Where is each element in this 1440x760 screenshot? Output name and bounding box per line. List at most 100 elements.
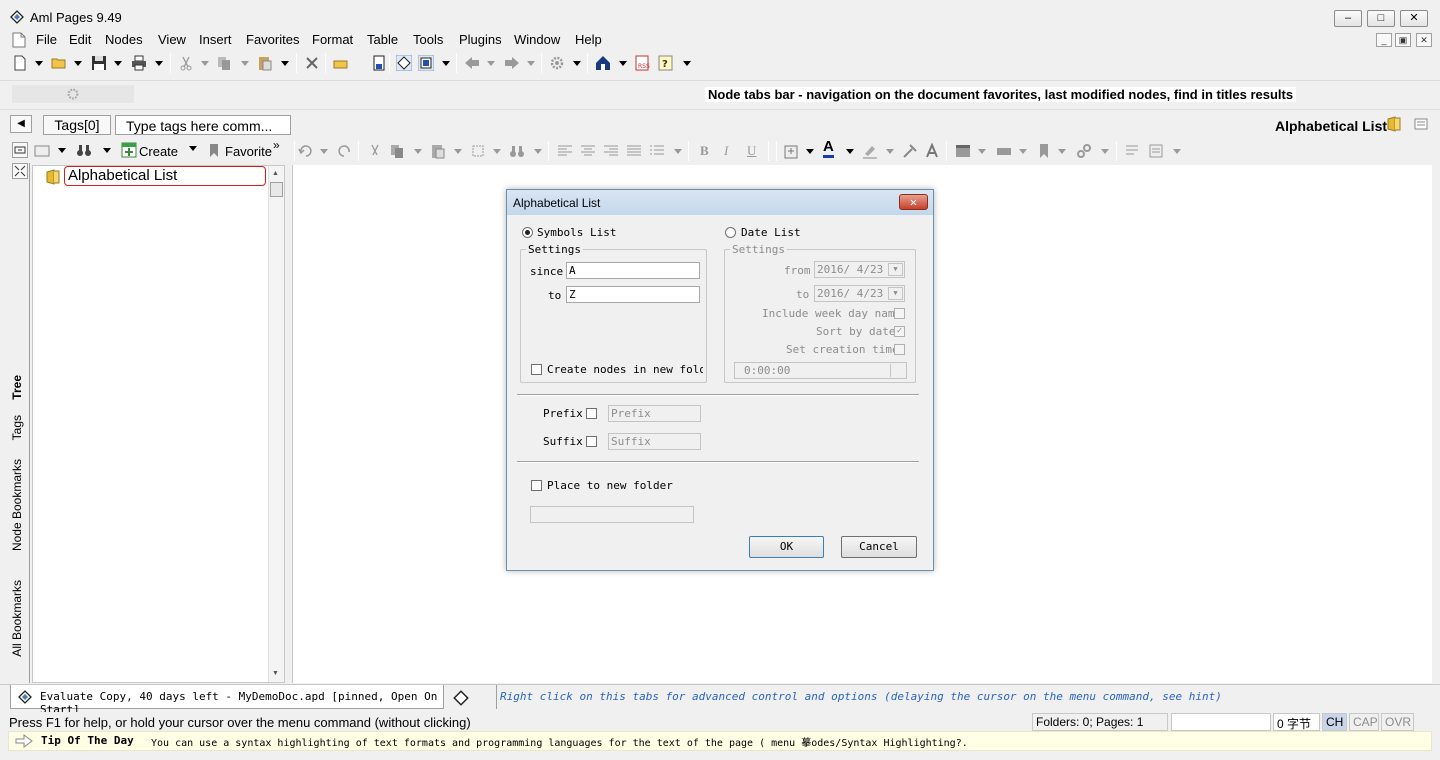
- scroll-down-arrow[interactable]: ▼: [272, 670, 279, 677]
- suffix-input[interactable]: Suffix: [608, 433, 701, 450]
- home-icon[interactable]: [595, 55, 611, 71]
- mdi-close-button[interactable]: ✕: [1416, 33, 1432, 47]
- highlighter-icon[interactable]: [333, 55, 349, 71]
- set-creation-time-checkbox[interactable]: [894, 344, 905, 355]
- from-date-picker[interactable]: 2016/ 4/23 ▼: [814, 261, 905, 278]
- date-list-label[interactable]: Date List: [741, 226, 801, 239]
- rss-icon[interactable]: RSS: [635, 55, 651, 71]
- create-node-icon[interactable]: [121, 142, 137, 158]
- tree-item[interactable]: Alphabetical List: [43, 166, 273, 188]
- toolbar-overflow-chevron[interactable]: »: [273, 138, 280, 152]
- document-tab[interactable]: Evaluate Copy, 40 days left - MyDemoDoc.…: [10, 685, 444, 716]
- windows-icon[interactable]: [418, 55, 434, 71]
- print-dropdown[interactable]: [155, 61, 163, 66]
- menu-help[interactable]: Help: [575, 32, 602, 47]
- format-brush-icon[interactable]: [902, 143, 918, 159]
- editor-copy-icon[interactable]: [389, 143, 405, 159]
- tree-item-label[interactable]: Alphabetical List: [64, 166, 266, 186]
- tags-input[interactable]: Type tags here comm...: [115, 115, 291, 135]
- creation-time-input[interactable]: 0:00:00: [734, 362, 907, 379]
- place-to-new-folder-label[interactable]: Place to new folder: [547, 479, 673, 492]
- nav-back-button[interactable]: ◀: [10, 115, 32, 133]
- tab-node-bookmarks[interactable]: Node Bookmarks: [10, 459, 24, 551]
- export-icon[interactable]: [371, 55, 387, 71]
- prefix-checkbox[interactable]: [586, 408, 597, 419]
- to-input[interactable]: Z: [566, 286, 700, 303]
- maximize-button[interactable]: □: [1367, 10, 1395, 27]
- menu-file[interactable]: File: [36, 32, 57, 47]
- symbols-list-radio[interactable]: [522, 227, 533, 238]
- menu-tools[interactable]: Tools: [413, 32, 443, 47]
- node-tabs-settings[interactable]: [12, 85, 134, 103]
- favorite-icon[interactable]: [207, 142, 223, 158]
- tab-all-bookmarks[interactable]: All Bookmarks: [10, 580, 24, 657]
- menu-icon[interactable]: [1414, 118, 1428, 130]
- cancel-button[interactable]: Cancel: [841, 536, 917, 558]
- create-nodes-label[interactable]: Create nodes in new folde: [547, 363, 703, 376]
- align-right-icon[interactable]: [603, 143, 619, 159]
- menu-insert[interactable]: Insert: [199, 32, 232, 47]
- create-nodes-checkbox[interactable]: [531, 364, 542, 375]
- insert-line-icon[interactable]: [996, 143, 1012, 159]
- tip-arrow-icon[interactable]: [15, 734, 33, 748]
- create-button[interactable]: Create: [139, 144, 178, 159]
- tree-scrollbar[interactable]: ▲ ▼: [268, 166, 284, 682]
- align-center-icon[interactable]: [580, 143, 596, 159]
- new-tab-icon[interactable]: [452, 690, 470, 706]
- save-icon[interactable]: [91, 55, 107, 71]
- mdi-minimize-button[interactable]: _: [1376, 33, 1392, 47]
- pin-tree-button[interactable]: [12, 142, 28, 158]
- new-dropdown[interactable]: [35, 61, 43, 66]
- mdi-restore-button[interactable]: ▣: [1395, 33, 1411, 47]
- find-binoculars-icon[interactable]: [76, 142, 92, 158]
- chevron-down-icon[interactable]: ▼: [888, 263, 903, 276]
- tags-button[interactable]: Tags[0]: [43, 115, 111, 135]
- editor-find-icon[interactable]: [509, 143, 525, 159]
- tab-tree[interactable]: Tree: [10, 375, 24, 400]
- tree-view-icon[interactable]: [34, 143, 50, 159]
- include-week-day-checkbox[interactable]: [894, 308, 905, 319]
- back-arrow-icon[interactable]: [464, 55, 480, 71]
- symbols-list-label[interactable]: Symbols List: [537, 226, 616, 239]
- align-justify-icon[interactable]: [626, 143, 642, 159]
- italic-icon[interactable]: I: [724, 143, 728, 159]
- menu-table[interactable]: Table: [367, 32, 398, 47]
- page-props-icon[interactable]: [1148, 143, 1164, 159]
- close-button[interactable]: ✕: [1400, 10, 1428, 27]
- highlight-color-icon[interactable]: [862, 143, 878, 159]
- ok-button[interactable]: OK: [749, 536, 824, 558]
- font-color-icon[interactable]: A: [823, 139, 834, 158]
- place-to-new-folder-checkbox[interactable]: [531, 480, 542, 491]
- menu-edit[interactable]: Edit: [69, 32, 91, 47]
- menu-view[interactable]: View: [158, 32, 186, 47]
- time-spinner[interactable]: [890, 364, 905, 377]
- insert-table-icon[interactable]: [955, 143, 971, 159]
- suffix-checkbox[interactable]: [586, 436, 597, 447]
- delete-icon[interactable]: [304, 55, 320, 71]
- paragraph-icon[interactable]: [1124, 143, 1140, 159]
- menu-window[interactable]: Window: [514, 32, 560, 47]
- menu-nodes[interactable]: Nodes: [105, 32, 143, 47]
- favorite-button[interactable]: Favorite: [225, 144, 272, 159]
- scroll-up-arrow[interactable]: ▲: [272, 170, 279, 177]
- editor-cut-icon[interactable]: [367, 143, 383, 159]
- paste-icon[interactable]: [257, 55, 273, 71]
- menu-favorites[interactable]: Favorites: [246, 32, 299, 47]
- open-dropdown[interactable]: [74, 61, 82, 66]
- crop-icon[interactable]: [470, 143, 486, 159]
- bookmark-icon[interactable]: [1036, 143, 1052, 159]
- sort-by-date-checkbox[interactable]: ✓: [894, 326, 905, 337]
- minimize-button[interactable]: –: [1334, 10, 1362, 27]
- date-list-radio[interactable]: [725, 227, 736, 238]
- help-icon[interactable]: ?: [658, 55, 674, 71]
- to-date-picker[interactable]: 2016/ 4/23 ▼: [814, 285, 905, 302]
- prefix-input[interactable]: Prefix: [608, 405, 701, 422]
- tab-tags[interactable]: Tags: [10, 415, 24, 440]
- copy-icon[interactable]: [216, 55, 232, 71]
- undo-icon[interactable]: [298, 143, 314, 159]
- menu-plugins[interactable]: Plugins: [459, 32, 502, 47]
- open-folder-icon[interactable]: [51, 55, 67, 71]
- chevron-down-icon[interactable]: ▼: [888, 287, 903, 300]
- underline-icon[interactable]: U: [747, 143, 756, 159]
- since-input[interactable]: A: [566, 262, 700, 279]
